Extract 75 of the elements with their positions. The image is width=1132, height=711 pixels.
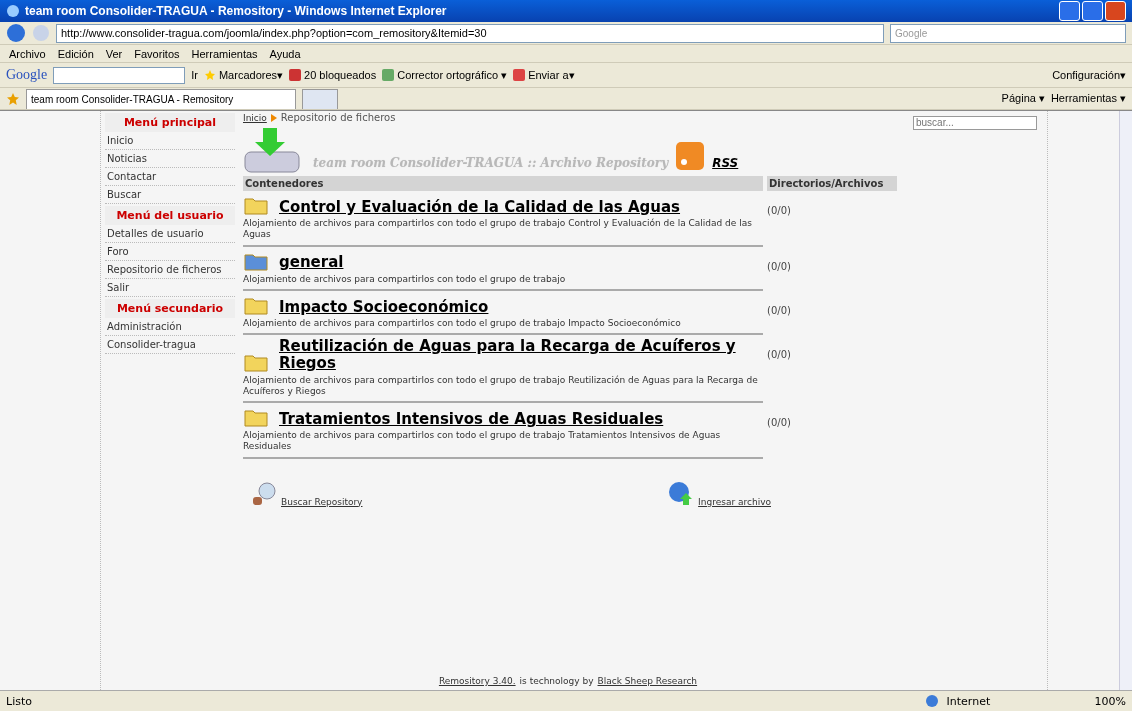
menu-heading: Menú del usuario bbox=[105, 206, 235, 225]
back-icon[interactable] bbox=[6, 23, 26, 43]
menu-link[interactable]: Consolider-tragua bbox=[105, 336, 235, 354]
product-link[interactable]: Remository 3.40. bbox=[438, 676, 516, 686]
container-link[interactable]: Control y Evaluación de la Calidad de las Aguas bbox=[279, 198, 763, 216]
container-description: Alojamiento de archivos para compartirlos con todo el grupo de trabajo bbox=[243, 273, 567, 285]
search-repository-link[interactable]: Buscar Repository bbox=[281, 496, 363, 507]
menu-item[interactable]: Ver bbox=[102, 47, 126, 60]
container-link[interactable]: Impacto Socioeconómico bbox=[279, 298, 763, 316]
container-description: Alojamiento de archivos para compartirlos con todo el grupo de trabajo Tratamientos Intensivos de Aguas Residuales bbox=[243, 430, 722, 453]
menu-item[interactable]: Archivo bbox=[6, 47, 49, 60]
address-field[interactable]: http://www.consolider-tragua.com/joomla/index.php?option=com_remository&Itemid=30 bbox=[56, 23, 884, 43]
container-link[interactable]: Tratamientos Intensivos de Aguas Residuales bbox=[279, 410, 763, 428]
minimize-button[interactable] bbox=[1059, 1, 1080, 21]
toolbar-button[interactable]: 20 bloqueados bbox=[289, 69, 377, 81]
maximize-button[interactable] bbox=[1082, 1, 1103, 21]
browser-tab[interactable] bbox=[302, 89, 338, 109]
window-title: team room Consolider-TRAGUA - Remository - Windows Internet Explorer bbox=[0, 0, 1132, 22]
breadcrumb-text: Repositorio de ficheros bbox=[280, 112, 396, 123]
zoom-level: 100% bbox=[1094, 694, 1126, 708]
column-header: Contenedores bbox=[243, 176, 763, 191]
browser-tab[interactable]: team room Consolider-TRAGUA - Remository bbox=[26, 89, 296, 109]
footer-text: is technology by bbox=[519, 676, 594, 686]
scrollbar[interactable] bbox=[1119, 111, 1132, 690]
file-count: (0/0) bbox=[767, 205, 791, 216]
file-count: (0/0) bbox=[767, 417, 791, 428]
toolbar-button[interactable]: Marcadores▾ bbox=[203, 68, 284, 82]
container-link[interactable]: Reutilización de Aguas para la Recarga de Acuíferos y Riegos bbox=[279, 338, 763, 373]
menu-item[interactable]: Edición bbox=[54, 47, 97, 60]
file-count: (0/0) bbox=[767, 304, 791, 316]
toolbar-button[interactable]: Página ▾ bbox=[1001, 92, 1045, 105]
repository-title: team room Consolider-TRAGUA :: Archivo Repository bbox=[313, 156, 669, 170]
menu-link[interactable]: Buscar bbox=[105, 186, 235, 204]
menu-item[interactable]: Herramientas bbox=[188, 47, 261, 60]
close-button[interactable] bbox=[1105, 1, 1126, 21]
menu-link[interactable]: Administración bbox=[105, 318, 235, 336]
search-combo[interactable] bbox=[53, 66, 186, 84]
menu-heading: Menú principal bbox=[105, 113, 235, 132]
file-count: (0/0) bbox=[767, 260, 791, 272]
menu-link[interactable]: Salir bbox=[105, 279, 235, 297]
breadcrumb-link[interactable]: Inicio bbox=[243, 112, 267, 123]
menu-link[interactable]: Contactar bbox=[105, 168, 235, 186]
menu-link[interactable]: Foro bbox=[105, 243, 235, 261]
google-logo: Google bbox=[6, 67, 48, 83]
menu-link[interactable]: Inicio bbox=[105, 132, 235, 150]
rss-icon[interactable] bbox=[676, 142, 705, 170]
menu-link[interactable]: Repositorio de ficheros bbox=[105, 261, 235, 279]
file-count: (0/0) bbox=[767, 349, 791, 360]
settings-button[interactable]: Configuración▾ bbox=[1052, 68, 1126, 82]
container-description: Alojamiento de archivos para compartirlos con todo el grupo de trabajo Impacto Socioeconómico bbox=[243, 317, 682, 329]
menu-item[interactable]: Ayuda bbox=[266, 47, 304, 60]
rss-link[interactable]: RSS bbox=[712, 156, 739, 170]
status-text: Listo bbox=[6, 694, 32, 708]
menu-heading: Menú secundario bbox=[105, 299, 235, 318]
star-icon[interactable] bbox=[6, 91, 20, 106]
menu-link[interactable]: Noticias bbox=[105, 150, 235, 168]
star-icon bbox=[203, 69, 216, 81]
container-link[interactable]: general bbox=[279, 254, 763, 272]
globe-icon bbox=[924, 694, 939, 708]
menu-link[interactable]: Detalles de usuario bbox=[105, 225, 235, 243]
toolbar-button[interactable]: Herramientas ▾ bbox=[1050, 92, 1126, 105]
upload-file-link[interactable]: Ingresar archivo bbox=[698, 496, 771, 507]
search-input[interactable]: buscar... bbox=[913, 115, 1037, 130]
toolbar-button[interactable]: Corrector ortográfico ▾ bbox=[382, 68, 508, 82]
column-header: Directorios/Archivos bbox=[767, 176, 897, 191]
magnifier-icon[interactable] bbox=[251, 480, 277, 507]
toolbar-button[interactable]: Enviar a▾ bbox=[513, 68, 575, 82]
go-button[interactable]: Ir bbox=[191, 69, 198, 81]
zone-text: Internet bbox=[946, 694, 992, 708]
company-link[interactable]: Black Sheep Research bbox=[597, 676, 698, 686]
chevron-icon bbox=[270, 113, 277, 122]
container-description: Alojamiento de archivos para compartirlos con todo el grupo de trabajo Reutilización de Aguas para la Recarga de Acuíferos y Riegos bbox=[243, 374, 759, 397]
globe-upload-icon[interactable] bbox=[668, 480, 695, 507]
menu-item[interactable]: Favoritos bbox=[131, 47, 183, 60]
container-description: Alojamiento de archivos para compartirlos con todo el grupo de trabajo Control y Evaluación de la Calidad de las Aguas bbox=[243, 218, 753, 241]
